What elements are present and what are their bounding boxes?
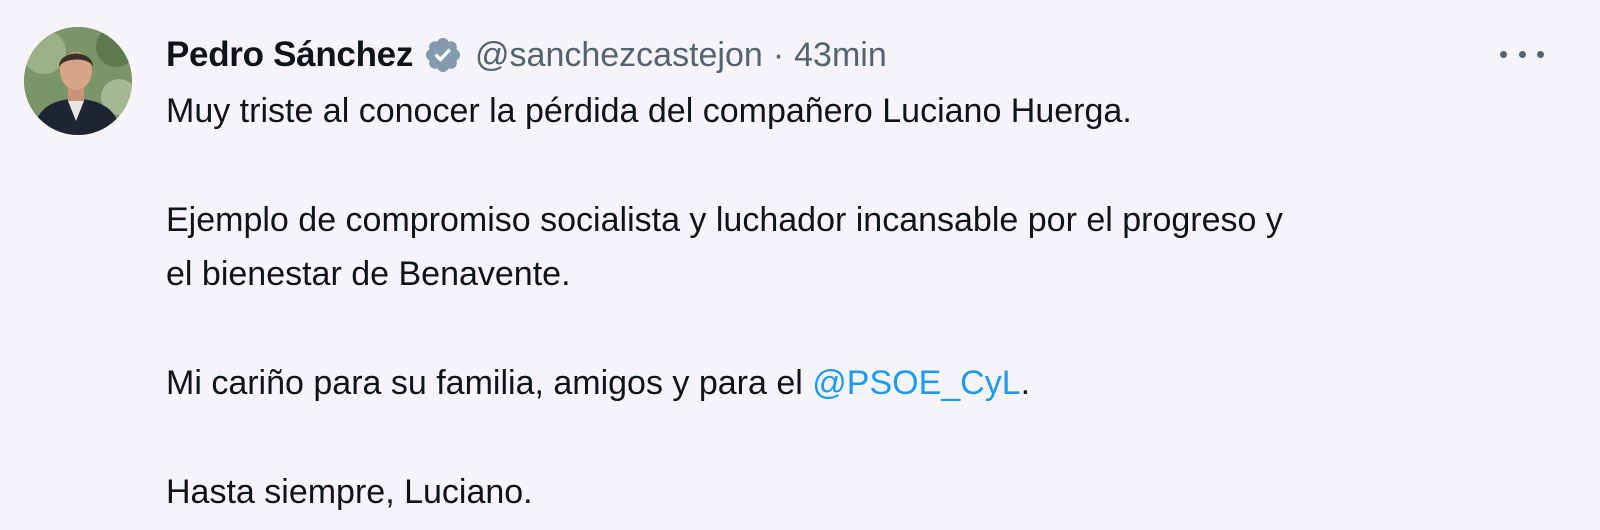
tweet[interactable]: Pedro Sánchez @sanchezcastejon · 43min M…	[0, 0, 1600, 530]
avatar-photo	[24, 27, 132, 135]
more-dot	[1518, 50, 1526, 58]
verified-badge-icon[interactable]	[423, 35, 463, 75]
header-separator: ·	[772, 35, 785, 74]
more-dot	[1537, 50, 1544, 58]
author-display-name[interactable]: Pedro Sánchez	[166, 35, 413, 75]
more-dot	[1500, 50, 1507, 58]
author-handle[interactable]: @sanchezcastejon	[475, 36, 763, 75]
tweet-text-line: Muy triste al conocer la pérdida del com…	[166, 92, 1132, 130]
avatar[interactable]	[24, 27, 132, 135]
tweet-text-line: Hasta siempre, Luciano.	[166, 473, 533, 511]
tweet-text-line: Ejemplo de compromiso socialista y lucha…	[166, 201, 1283, 239]
tweet-timestamp[interactable]: 43min	[794, 36, 887, 75]
more-options-icon[interactable]	[1500, 36, 1544, 72]
tweet-text-line: Mi cariño para su familia, amigos y para…	[166, 361, 1030, 405]
tweet-header: Pedro Sánchez @sanchezcastejon · 43min	[166, 33, 887, 77]
tweet-text-segment: Mi cariño para su familia, amigos y para…	[166, 364, 813, 402]
tweet-text-line: el bienestar de Benavente.	[166, 255, 571, 293]
mention-link[interactable]: @PSOE_CyL	[812, 364, 1020, 402]
tweet-text-segment: .	[1020, 364, 1031, 402]
